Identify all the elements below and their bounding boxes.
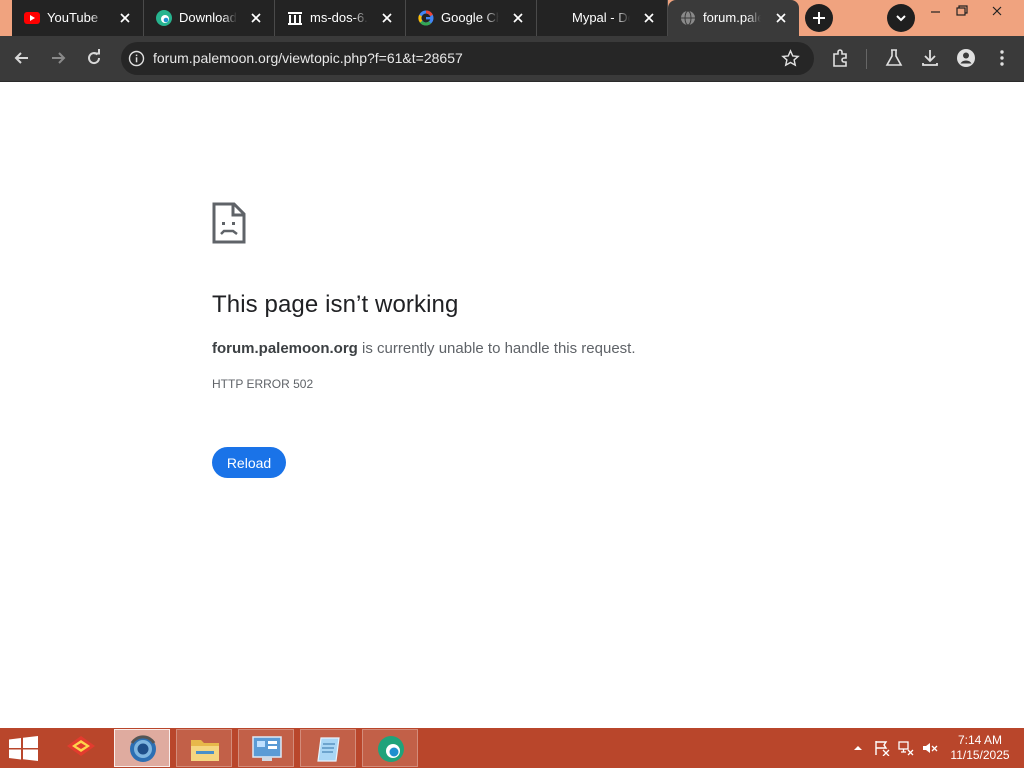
download-icon[interactable] (917, 45, 943, 71)
labs-flask-icon[interactable] (881, 45, 907, 71)
edge-icon (378, 736, 404, 762)
tab-ms-dos[interactable]: ms-dos-6.22 (275, 0, 406, 36)
tab-title: YouTube (47, 10, 99, 25)
restore-icon[interactable] (944, 2, 978, 20)
action-center-flag-icon[interactable] (874, 740, 890, 756)
taskbar: 7:14 AM 11/15/2025 (0, 728, 1024, 768)
notepad-icon (317, 737, 340, 762)
plus-icon (813, 12, 825, 24)
site-info-icon[interactable] (128, 50, 145, 67)
taskbar-app-control-panel[interactable] (238, 729, 294, 767)
url-text[interactable]: forum.palemoon.org/viewtopic.php?f=61&t=… (153, 50, 463, 66)
volume-muted-icon[interactable] (922, 740, 938, 756)
tab-mypal[interactable]: Mypal - Download (537, 0, 668, 36)
tab-download-edge[interactable]: Download Edge (144, 0, 275, 36)
address-bar[interactable]: forum.palemoon.org/viewtopic.php?f=61&t=… (121, 42, 814, 75)
chevron-down-icon (896, 15, 906, 22)
clock-date: 11/15/2025 (950, 748, 1010, 762)
youtube-icon (24, 12, 40, 24)
bookmark-star-icon[interactable] (781, 49, 800, 68)
taskbar-app-browser[interactable] (114, 729, 170, 767)
browser-toolbar: forum.palemoon.org/viewtopic.php?f=61&t=… (0, 36, 1024, 82)
error-message-text: is currently unable to handle this reque… (362, 340, 636, 357)
extensions-icon[interactable] (828, 45, 854, 71)
close-window-icon[interactable] (980, 2, 1014, 20)
tab-search-button[interactable] (887, 4, 915, 32)
tab-title: Mypal - Download (572, 10, 630, 25)
app-icon (67, 736, 95, 756)
error-host: forum.palemoon.org (212, 340, 358, 357)
system-clock[interactable]: 7:14 AM 11/15/2025 (940, 733, 1020, 763)
tab-title: ms-dos-6.22 (310, 10, 368, 25)
forward-arrow-icon[interactable] (45, 45, 71, 71)
tab-title: Google Chrome (441, 10, 499, 25)
tab-close-icon[interactable] (771, 8, 791, 28)
chrome-icon (130, 735, 156, 762)
clock-time: 7:14 AM (957, 733, 1003, 747)
google-icon (418, 10, 434, 26)
tab-strip: YouTube Download Edge ms-dos-6.22 (0, 0, 1024, 36)
globe-icon (681, 10, 695, 26)
taskbar-app-edge[interactable] (362, 729, 418, 767)
tab-close-icon[interactable] (246, 8, 266, 28)
error-title: This page isn’t working (212, 291, 459, 318)
tab-close-icon[interactable] (377, 8, 397, 28)
tab-forum-palemoon[interactable]: forum.palemoon.org (668, 0, 799, 36)
new-tab-button[interactable] (805, 4, 833, 32)
taskbar-app-explorer[interactable] (176, 729, 232, 767)
edge-icon (156, 10, 172, 26)
control-panel-icon (252, 736, 282, 761)
sad-page-icon (212, 202, 246, 244)
reload-button[interactable]: Reload (212, 447, 286, 478)
menu-dots-icon[interactable] (989, 45, 1015, 71)
back-arrow-icon[interactable] (9, 45, 35, 71)
tab-close-icon[interactable] (508, 8, 528, 28)
file-explorer-icon (191, 740, 219, 761)
tab-youtube[interactable]: YouTube (12, 0, 144, 36)
archive-icon (288, 12, 302, 25)
reload-icon[interactable] (81, 45, 107, 71)
tab-google-chrome[interactable]: Google Chrome (406, 0, 537, 36)
tab-close-icon[interactable] (115, 8, 135, 28)
error-code: HTTP ERROR 502 (212, 377, 314, 391)
toolbar-separator (866, 49, 867, 69)
show-hidden-icons-icon[interactable] (850, 740, 866, 756)
profile-icon[interactable] (953, 45, 979, 71)
tab-close-icon[interactable] (639, 8, 659, 28)
network-icon[interactable] (898, 740, 914, 756)
error-message: forum.palemoon.org is currently unable t… (212, 340, 636, 357)
tab-title: forum.palemoon.org (703, 10, 761, 25)
windows-start-icon[interactable] (9, 736, 38, 761)
taskbar-app-notepad[interactable] (300, 729, 356, 767)
taskbar-app[interactable] (53, 729, 109, 767)
tab-title: Download Edge (179, 10, 237, 25)
